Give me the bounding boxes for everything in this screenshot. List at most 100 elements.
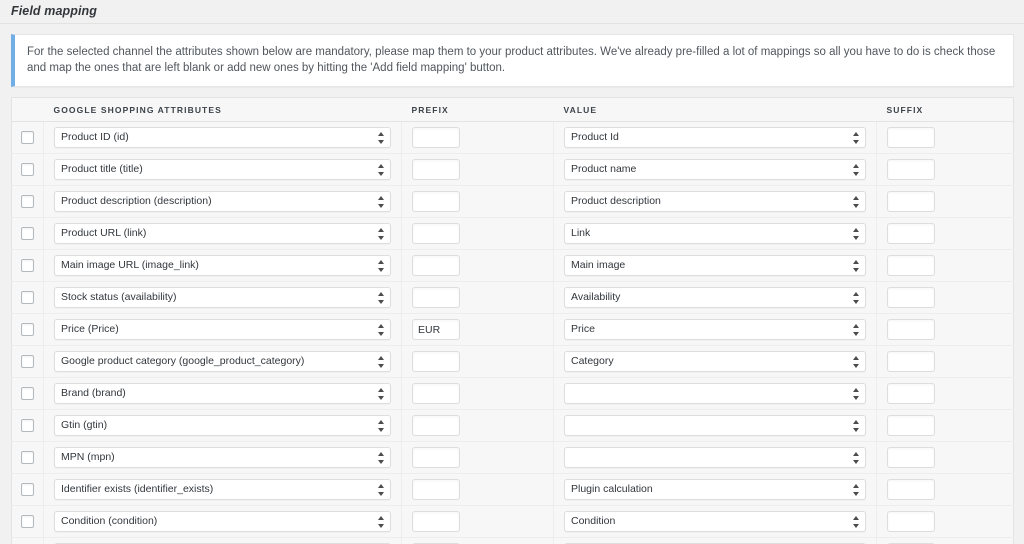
table-row: Product URL (link) Link <box>11 217 1014 250</box>
attribute-select[interactable]: Product URL (link) <box>54 223 391 244</box>
row-checkbox[interactable] <box>21 386 34 400</box>
row-checkbox[interactable] <box>21 354 34 368</box>
row-checkbox[interactable] <box>21 450 34 464</box>
value-select[interactable] <box>564 415 866 436</box>
attribute-select[interactable]: Product title (title) <box>54 159 391 180</box>
info-notice: For the selected channel the attributes … <box>11 34 1014 87</box>
table-row: Main image URL (image_link) Main image <box>11 249 1014 282</box>
value-select[interactable]: Product description <box>564 191 866 212</box>
suffix-input[interactable] <box>887 319 935 340</box>
suffix-input[interactable] <box>887 223 935 244</box>
suffix-input[interactable] <box>887 127 935 148</box>
suffix-cell <box>876 121 1014 154</box>
prefix-input[interactable] <box>412 255 460 276</box>
value-select-value: Category <box>571 355 614 367</box>
row-checkbox[interactable] <box>21 130 34 144</box>
attribute-select[interactable]: Identifier exists (identifier_exists) <box>54 479 391 500</box>
attribute-cell: Gtin (gtin) <box>43 409 402 442</box>
stepper-arrows-icon <box>853 131 860 144</box>
value-select[interactable]: Category <box>564 351 866 372</box>
attribute-select[interactable]: Product ID (id) <box>54 127 391 148</box>
prefix-input[interactable] <box>412 287 460 308</box>
row-checkbox[interactable] <box>21 322 34 336</box>
suffix-input[interactable] <box>887 479 935 500</box>
prefix-input[interactable] <box>412 511 460 532</box>
stepper-arrows-icon <box>853 355 860 368</box>
row-select-cell <box>11 313 44 346</box>
value-cell: Product name <box>553 153 877 186</box>
value-select[interactable]: Product Id <box>564 127 866 148</box>
value-select[interactable]: Condition <box>564 511 866 532</box>
attribute-select[interactable]: Gtin (gtin) <box>54 415 391 436</box>
value-select[interactable]: Plugin calculation <box>564 479 866 500</box>
suffix-cell <box>876 377 1014 410</box>
table-body: Product ID (id) Product Id Product title (… <box>11 121 1014 544</box>
suffix-input[interactable] <box>887 415 935 436</box>
row-checkbox[interactable] <box>21 514 34 528</box>
prefix-input[interactable] <box>412 383 460 404</box>
prefix-input[interactable] <box>412 223 460 244</box>
prefix-input[interactable] <box>412 447 460 468</box>
value-select[interactable]: Main image <box>564 255 866 276</box>
value-select-value: Condition <box>571 515 616 527</box>
attribute-select[interactable]: Stock status (availability) <box>54 287 391 308</box>
suffix-input[interactable] <box>887 287 935 308</box>
stepper-arrows-icon <box>378 451 385 464</box>
prefix-cell <box>401 537 554 544</box>
suffix-input[interactable] <box>887 159 935 180</box>
suffix-cell <box>876 281 1014 314</box>
notice-container: For the selected channel the attributes … <box>0 24 1024 87</box>
row-checkbox[interactable] <box>21 290 34 304</box>
attribute-select[interactable]: Condition (condition) <box>54 511 391 532</box>
value-select[interactable]: Product name <box>564 159 866 180</box>
row-checkbox[interactable] <box>21 226 34 240</box>
row-select-cell <box>11 121 44 154</box>
suffix-input[interactable] <box>887 255 935 276</box>
value-select[interactable]: Availability <box>564 287 866 308</box>
value-select[interactable]: Link <box>564 223 866 244</box>
suffix-input[interactable] <box>887 191 935 212</box>
value-select[interactable] <box>564 447 866 468</box>
column-header-attribute: GOOGLE SHOPPING ATTRIBUTES <box>43 97 402 122</box>
stepper-arrows-icon <box>378 419 385 432</box>
attribute-select[interactable]: Brand (brand) <box>54 383 391 404</box>
prefix-input[interactable] <box>412 159 460 180</box>
attribute-select-value: Identifier exists (identifier_exists) <box>61 483 214 495</box>
suffix-input[interactable] <box>887 511 935 532</box>
table-row: MPN (mpn) <box>11 441 1014 474</box>
row-checkbox[interactable] <box>21 482 34 496</box>
prefix-input[interactable] <box>412 127 460 148</box>
field-mapping-table-container: GOOGLE SHOPPING ATTRIBUTES PREFIX VALUE … <box>0 87 1024 544</box>
attribute-select-value: Brand (brand) <box>61 387 126 399</box>
prefix-input[interactable] <box>412 351 460 372</box>
attribute-select-value: Product URL (link) <box>61 227 147 239</box>
table-row: Product description (description) Product… <box>11 185 1014 218</box>
row-checkbox[interactable] <box>21 418 34 432</box>
attribute-select[interactable]: Price (Price) <box>54 319 391 340</box>
suffix-input[interactable] <box>887 383 935 404</box>
row-checkbox[interactable] <box>21 194 34 208</box>
table-header-row: GOOGLE SHOPPING ATTRIBUTES PREFIX VALUE … <box>11 97 1014 122</box>
suffix-input[interactable] <box>887 447 935 468</box>
prefix-input[interactable] <box>412 191 460 212</box>
prefix-input[interactable] <box>412 319 460 340</box>
row-checkbox[interactable] <box>21 258 34 272</box>
row-checkbox[interactable] <box>21 162 34 176</box>
attribute-select[interactable]: MPN (mpn) <box>54 447 391 468</box>
prefix-input[interactable] <box>412 415 460 436</box>
attribute-cell: Condition (condition) <box>43 505 402 538</box>
value-select[interactable]: Price <box>564 319 866 340</box>
attribute-select[interactable]: Google product category (google_product_… <box>54 351 391 372</box>
prefix-input[interactable] <box>412 479 460 500</box>
attribute-select[interactable]: Main image URL (image_link) <box>54 255 391 276</box>
value-cell: Condition <box>553 505 877 538</box>
stepper-arrows-icon <box>378 323 385 336</box>
attribute-select[interactable]: Product description (description) <box>54 191 391 212</box>
value-select[interactable] <box>564 383 866 404</box>
stepper-arrows-icon <box>853 163 860 176</box>
suffix-input[interactable] <box>887 351 935 372</box>
suffix-cell <box>876 185 1014 218</box>
column-header-checkbox <box>11 97 44 122</box>
row-select-cell <box>11 217 44 250</box>
stepper-arrows-icon <box>853 291 860 304</box>
